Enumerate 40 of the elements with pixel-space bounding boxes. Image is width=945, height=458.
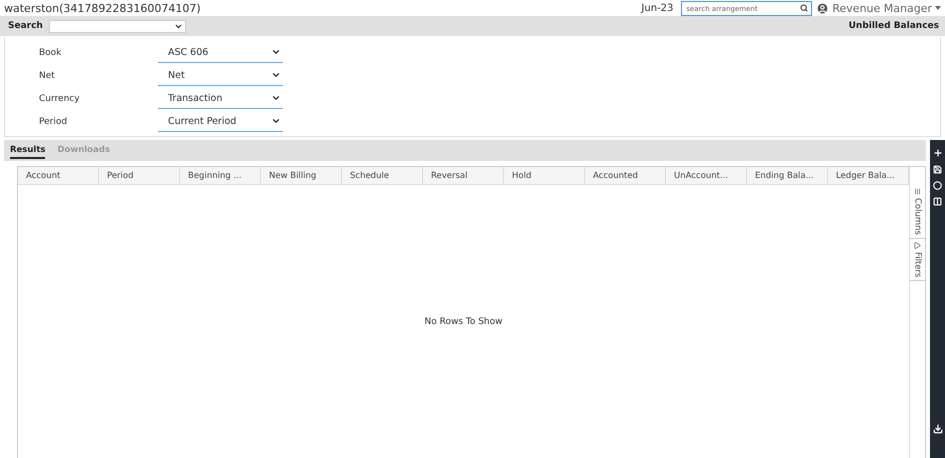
filter-label: Net — [39, 70, 56, 80]
chevron-icon — [271, 47, 281, 57]
column-header[interactable]: Account — [18, 167, 99, 184]
column-header[interactable]: Accounted — [585, 167, 666, 184]
report-title: Unbilled Balances — [848, 21, 939, 31]
triangle-icon — [914, 242, 921, 249]
save-icon[interactable] — [933, 165, 942, 174]
user-menu[interactable]: Revenue Manager — [812, 2, 941, 14]
chevron-icon — [271, 70, 281, 80]
period-label: Jun-23 — [641, 2, 674, 14]
chevron-icon — [271, 93, 281, 103]
caret-icon — [935, 6, 941, 10]
filter-dropdown[interactable]: Net — [158, 66, 283, 86]
filter-dropdown[interactable]: Transaction — [158, 88, 283, 108]
filter-label: Book — [39, 48, 62, 58]
column-header[interactable]: Schedule — [342, 167, 423, 184]
chevron-icon — [271, 116, 281, 126]
column-header[interactable]: Reversal — [423, 167, 504, 184]
filter-label: Period — [39, 116, 68, 126]
column-header[interactable]: Hold — [504, 167, 585, 184]
lines-icon — [914, 188, 921, 195]
column-header[interactable]: UnAccount... — [666, 167, 747, 184]
column-header[interactable]: Beginning ... — [180, 167, 261, 184]
window-title: waterston(3417892283160074107) — [4, 2, 202, 14]
tab[interactable]: Results — [10, 142, 46, 158]
circle-icon[interactable] — [933, 181, 942, 190]
empty-message: No Rows To Show — [424, 316, 502, 326]
search-label: Search — [8, 21, 43, 31]
add-icon[interactable] — [932, 148, 942, 158]
filter-label: Currency — [39, 94, 81, 104]
column-header[interactable]: Period — [99, 167, 180, 184]
filter-dropdown[interactable]: ASC 606 — [158, 42, 283, 62]
filter-dropdown[interactable]: Current Period — [158, 112, 283, 132]
search-icon[interactable] — [800, 4, 808, 12]
download-icon[interactable] — [932, 424, 942, 434]
column-header[interactable]: Ledger Bala... — [828, 167, 909, 184]
user-avatar-icon — [816, 2, 830, 14]
column-header[interactable]: New Billing — [261, 167, 342, 184]
columns-icon[interactable] — [933, 197, 942, 206]
column-header[interactable]: Ending Bala... — [747, 167, 828, 184]
